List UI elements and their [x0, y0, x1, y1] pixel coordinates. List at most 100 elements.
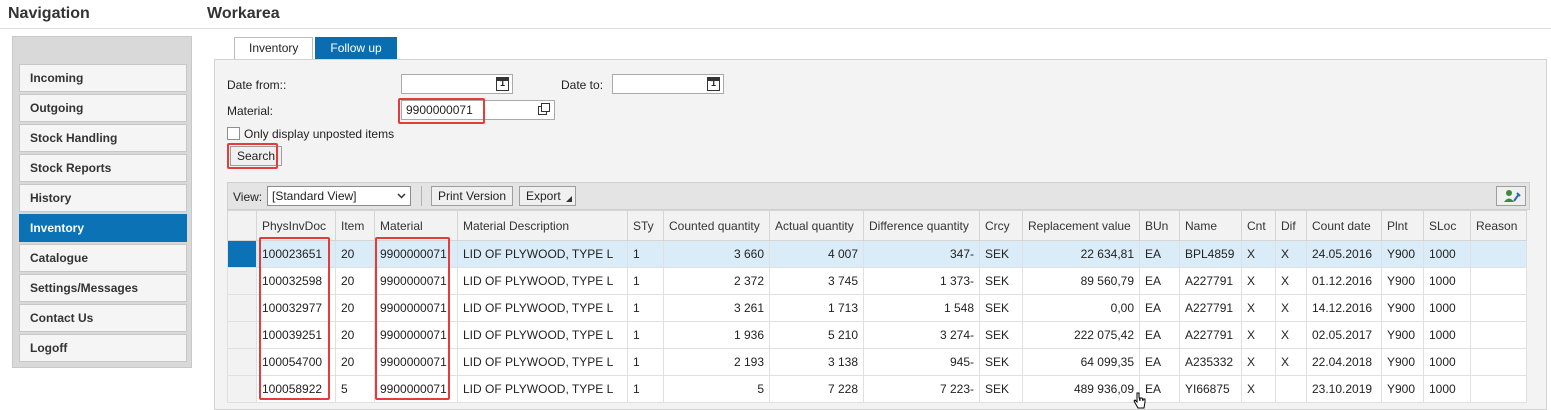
cell-replacement-value: 64 099,35: [1022, 348, 1140, 376]
cell-counted-quantity: 1 936: [663, 321, 770, 349]
column-header-name[interactable]: Name: [1179, 210, 1242, 241]
sidebar-item-settings-messages[interactable]: Settings/Messages: [19, 274, 187, 302]
row-selector[interactable]: [227, 321, 257, 349]
tab-inventory[interactable]: Inventory: [234, 37, 314, 59]
cell-count-date: 22.04.2018: [1306, 348, 1382, 376]
sidebar-item-contact-us[interactable]: Contact Us: [19, 304, 187, 332]
date-to-label: Date to:: [561, 78, 604, 92]
sidebar-item-stock-handling[interactable]: Stock Handling: [19, 124, 187, 152]
cell-difference-quantity: 1 548: [863, 294, 980, 322]
cell-item: 5: [335, 375, 375, 403]
column-header-physinvdoc[interactable]: PhysInvDoc: [256, 210, 336, 241]
cell-actual-quantity: 3 138: [769, 348, 864, 376]
table-toolbar: [227, 182, 1530, 210]
column-header-actual-quantity[interactable]: Actual quantity: [769, 210, 864, 241]
sidebar-item-inventory[interactable]: Inventory: [19, 214, 187, 242]
search-button[interactable]: Search: [230, 146, 283, 166]
sidebar-item-stock-reports[interactable]: Stock Reports: [19, 154, 187, 182]
cell-cnt: X: [1241, 267, 1276, 295]
sidebar-item-history[interactable]: History: [19, 184, 187, 212]
cell-physinvdoc: 100032977: [256, 294, 336, 322]
cell-count-date: 02.05.2017: [1306, 321, 1382, 349]
sidebar-item-outgoing[interactable]: Outgoing: [19, 94, 187, 122]
column-header-material[interactable]: Material: [374, 210, 458, 241]
cell-material: 9900000071: [374, 348, 458, 376]
user-settings-icon: [1504, 190, 1521, 202]
column-header-count-date[interactable]: Count date: [1306, 210, 1382, 241]
cell-actual-quantity: 4 007: [769, 240, 864, 268]
toolbar-separator: [421, 186, 422, 206]
column-header-dif[interactable]: Dif: [1275, 210, 1307, 241]
print-version-button[interactable]: Print Version: [431, 186, 514, 206]
material-label: Material:: [227, 104, 274, 118]
cell-crcy: SEK: [979, 321, 1023, 349]
unposted-checkbox[interactable]: [227, 127, 240, 140]
cell-material-description: LID OF PLYWOOD, TYPE L: [457, 267, 628, 295]
column-header-crcy[interactable]: Crcy: [979, 210, 1023, 241]
cell-sty: 1: [627, 294, 664, 322]
cell-item: 20: [335, 267, 375, 295]
navigation-list: Incoming Outgoing Stock Handling Stock Repo…: [19, 64, 187, 364]
navigation-title: Navigation: [8, 5, 90, 22]
row-selector[interactable]: [227, 294, 257, 322]
cell-sloc: 1000: [1423, 267, 1471, 295]
column-header-item[interactable]: Item: [335, 210, 375, 241]
cell-reason: [1470, 267, 1527, 295]
cell-sloc: 1000: [1423, 375, 1471, 403]
export-label: Export: [526, 189, 561, 203]
column-header-counted-quantity[interactable]: Counted quantity: [663, 210, 770, 241]
cell-sty: 1: [627, 348, 664, 376]
cell-count-date: 23.10.2019: [1306, 375, 1382, 403]
column-header-sty[interactable]: STy: [627, 210, 664, 241]
cell-sty: 1: [627, 321, 664, 349]
column-header-reason[interactable]: Reason: [1470, 210, 1527, 241]
cell-reason: [1470, 294, 1527, 322]
column-header-sloc[interactable]: SLoc: [1423, 210, 1471, 241]
cell-counted-quantity: 2 372: [663, 267, 770, 295]
column-header-material-description[interactable]: Material Description: [457, 210, 628, 241]
cell-counted-quantity: 3 261: [663, 294, 770, 322]
view-select[interactable]: [Standard View]: [267, 186, 411, 206]
cell-reason: [1470, 375, 1527, 403]
row-selector[interactable]: [227, 375, 257, 403]
value-help-icon[interactable]: [538, 103, 550, 115]
calendar-icon[interactable]: 1: [707, 77, 720, 91]
cell-crcy: SEK: [979, 294, 1023, 322]
column-header-difference-quantity[interactable]: Difference quantity: [863, 210, 980, 241]
cell-count-date: 01.12.2016: [1306, 267, 1382, 295]
table-row[interactable]: 100032977 20 9900000071 LID OF PLYWOOD, TYP…: [227, 294, 1527, 322]
sidebar-item-logoff[interactable]: Logoff: [19, 334, 187, 362]
cell-bun: EA: [1139, 267, 1180, 295]
cell-replacement-value: 489 936,09: [1022, 375, 1140, 403]
cell-physinvdoc: 100032598: [256, 267, 336, 295]
sidebar-item-catalogue[interactable]: Catalogue: [19, 244, 187, 272]
cell-dif: [1275, 375, 1307, 403]
column-header-replacement-value[interactable]: Replacement value: [1022, 210, 1140, 241]
cell-replacement-value: 0,00: [1022, 294, 1140, 322]
row-selector[interactable]: [227, 240, 257, 268]
table-row[interactable]: 100039251 20 9900000071 LID OF PLYWOOD, TYP…: [227, 321, 1527, 349]
sidebar-item-incoming[interactable]: Incoming: [19, 64, 187, 92]
table-row[interactable]: 100058922 5 9900000071 LID OF PLYWOOD, TYPE…: [227, 375, 1527, 403]
material-input[interactable]: 9900000071: [401, 100, 555, 120]
column-header-plnt[interactable]: Plnt: [1381, 210, 1424, 241]
cell-plnt: Y900: [1381, 294, 1424, 322]
row-selector[interactable]: [227, 267, 257, 295]
export-button[interactable]: Export: [519, 186, 576, 206]
tab-follow-up[interactable]: Follow up: [315, 37, 397, 59]
cell-bun: EA: [1139, 321, 1180, 349]
row-selector[interactable]: [227, 348, 257, 376]
settings-button[interactable]: [1496, 186, 1526, 206]
table-row[interactable]: 100023651 20 9900000071 LID OF PLYWOOD, TYP…: [227, 240, 1527, 268]
table-row[interactable]: 100032598 20 9900000071 LID OF PLYWOOD, TYP…: [227, 267, 1527, 295]
cell-cnt: X: [1241, 348, 1276, 376]
cell-material: 9900000071: [374, 240, 458, 268]
calendar-icon[interactable]: 1: [496, 77, 509, 91]
select-all-cell[interactable]: [227, 210, 257, 241]
cell-item: 20: [335, 321, 375, 349]
cell-actual-quantity: 3 745: [769, 267, 864, 295]
cell-physinvdoc: 100054700: [256, 348, 336, 376]
table-row[interactable]: 100054700 20 9900000071 LID OF PLYWOOD, TYP…: [227, 348, 1527, 376]
column-header-cnt[interactable]: Cnt: [1241, 210, 1276, 241]
column-header-bun[interactable]: BUn: [1139, 210, 1180, 241]
